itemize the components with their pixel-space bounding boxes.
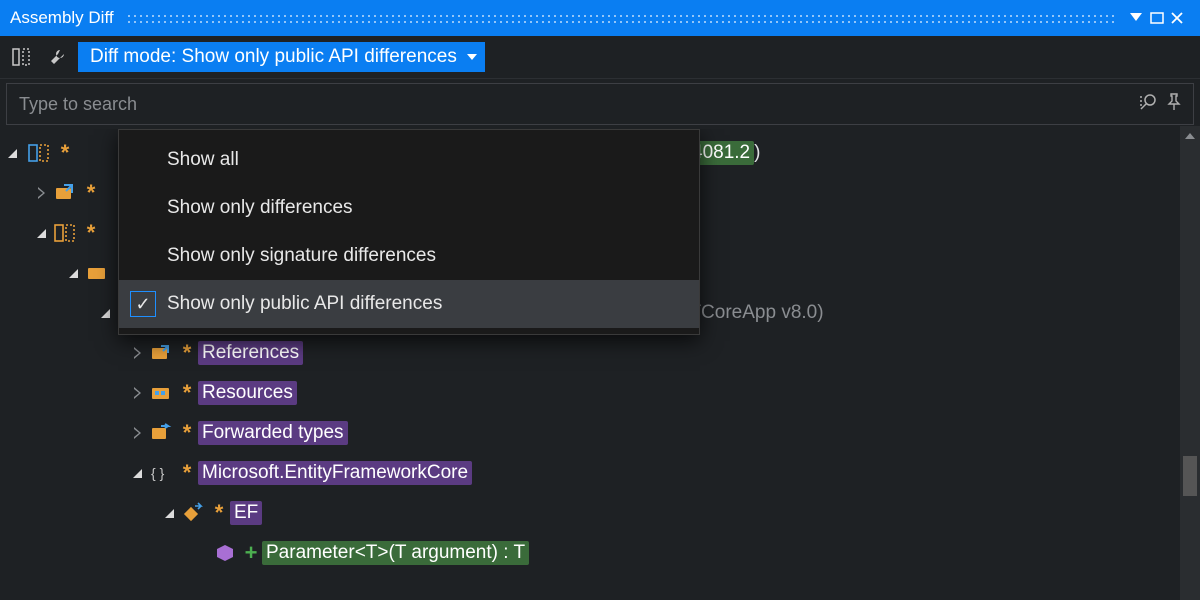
expand-toggle[interactable] xyxy=(160,509,178,518)
search-input[interactable] xyxy=(17,93,1135,116)
change-marker: * xyxy=(176,460,198,486)
change-marker: * xyxy=(80,220,102,246)
expand-toggle[interactable] xyxy=(128,469,146,478)
titlebar-grip[interactable] xyxy=(126,13,1118,23)
change-marker: * xyxy=(208,500,230,526)
menu-item-label: Show all xyxy=(167,149,239,171)
added-marker: + xyxy=(240,540,262,566)
method-icon xyxy=(210,544,240,562)
change-marker: * xyxy=(176,420,198,446)
window-menu-icon[interactable] xyxy=(1130,13,1150,23)
tree-namespace[interactable]: { } * Microsoft.EntityFrameworkCore xyxy=(0,453,1200,493)
assembly-diff-icon xyxy=(50,223,80,243)
scroll-up-icon[interactable] xyxy=(1180,126,1200,146)
scroll-thumb[interactable] xyxy=(1183,456,1197,496)
diff-mode-dropdown[interactable]: Diff mode: Show only public API differen… xyxy=(78,42,485,72)
tree-resources[interactable]: * Resources xyxy=(0,373,1200,413)
menu-item-show-differences[interactable]: Show only differences xyxy=(119,184,699,232)
diff-mode-label: Diff mode: Show only public API differen… xyxy=(90,46,457,68)
expand-toggle[interactable] xyxy=(128,427,146,439)
forwarded-types-icon xyxy=(146,424,176,442)
node-label: Microsoft.EntityFrameworkCore xyxy=(198,461,472,485)
menu-item-label: Show only signature differences xyxy=(167,245,436,267)
assembly-diff-icon xyxy=(24,143,54,163)
search-bar[interactable] xyxy=(6,83,1194,125)
node-label: EF xyxy=(230,501,262,525)
change-marker: * xyxy=(54,140,76,166)
expand-toggle[interactable] xyxy=(128,387,146,399)
folder-icon xyxy=(82,265,112,281)
menu-item-show-public-api-differences[interactable]: ✓ Show only public API differences xyxy=(119,280,699,328)
search-options-icon[interactable] xyxy=(1135,93,1161,116)
menu-item-label: Show only public API differences xyxy=(167,293,442,315)
menu-item-show-all[interactable]: Show all xyxy=(119,136,699,184)
class-icon xyxy=(178,503,208,523)
menu-item-show-signature-differences[interactable]: Show only signature differences xyxy=(119,232,699,280)
references-icon xyxy=(146,345,176,361)
node-label: Resources xyxy=(198,381,297,405)
vertical-scrollbar[interactable] xyxy=(1180,126,1200,600)
compare-icon[interactable] xyxy=(6,42,36,72)
svg-text:{ }: { } xyxy=(151,465,165,481)
menu-check-slot: ✓ xyxy=(119,291,167,317)
expand-toggle[interactable] xyxy=(96,309,114,318)
window-title: Assembly Diff xyxy=(10,8,114,28)
expand-toggle[interactable] xyxy=(64,269,82,278)
close-icon[interactable] xyxy=(1170,11,1190,25)
expand-toggle[interactable] xyxy=(32,187,50,199)
tree-method-parameter[interactable]: + Parameter<T>(T argument) : T xyxy=(0,533,1200,573)
tree-panel: * 4081.2 ) * * xyxy=(0,129,1200,600)
expand-toggle[interactable] xyxy=(128,347,146,359)
menu-item-label: Show only differences xyxy=(167,197,353,219)
change-marker: * xyxy=(176,380,198,406)
wrench-icon[interactable] xyxy=(42,42,72,72)
titlebar[interactable]: Assembly Diff xyxy=(0,0,1200,36)
tree-references[interactable]: * References xyxy=(0,333,1200,373)
tree-forwarded-types[interactable]: * Forwarded types xyxy=(0,413,1200,453)
expand-toggle[interactable] xyxy=(0,149,24,158)
folder-link-icon xyxy=(50,185,80,201)
check-icon: ✓ xyxy=(130,291,156,317)
maximize-icon[interactable] xyxy=(1150,12,1170,24)
change-marker: * xyxy=(176,340,198,366)
diff-mode-menu[interactable]: Show all Show only differences Show only… xyxy=(118,129,700,335)
node-label: Forwarded types xyxy=(198,421,348,445)
change-marker: * xyxy=(80,180,102,206)
tree-class-ef[interactable]: * EF xyxy=(0,493,1200,533)
namespace-icon: { } xyxy=(146,463,176,483)
pin-icon[interactable] xyxy=(1161,93,1187,116)
method-signature: Parameter<T>(T argument) : T xyxy=(262,541,529,565)
chevron-down-icon xyxy=(467,54,477,60)
node-label: References xyxy=(198,341,303,365)
expand-toggle[interactable] xyxy=(32,229,50,238)
toolbar: Diff mode: Show only public API differen… xyxy=(0,36,1200,79)
resources-icon xyxy=(146,385,176,401)
